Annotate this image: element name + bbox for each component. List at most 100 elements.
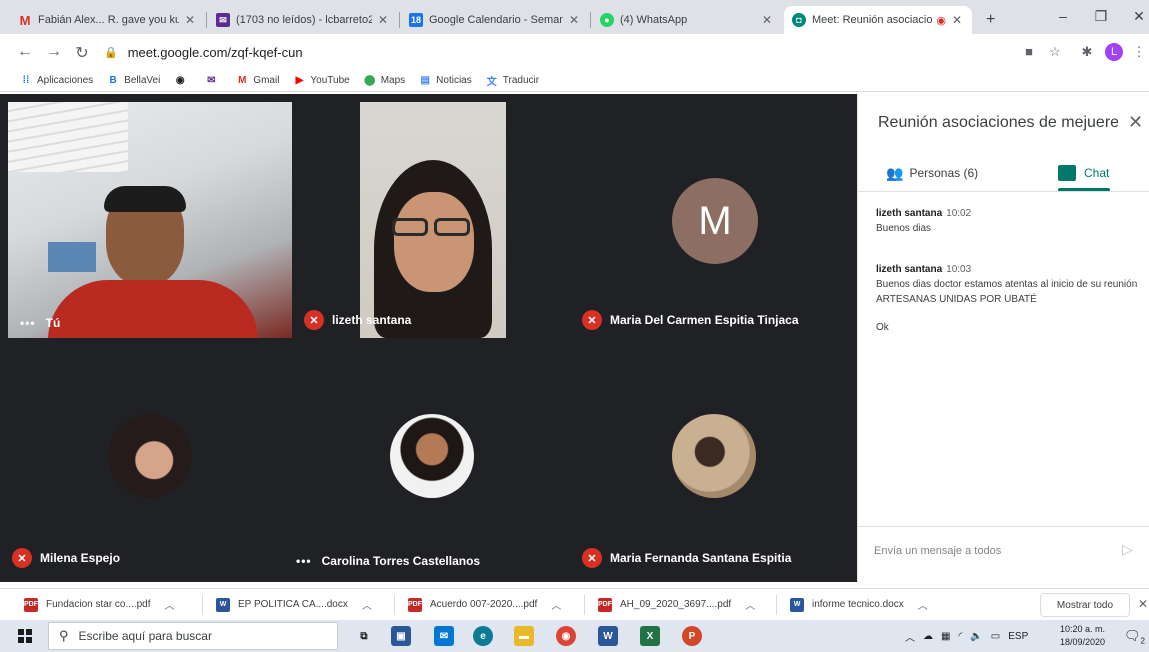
chevron-up-icon[interactable]: ︿: [905, 629, 915, 644]
windows-start-icon[interactable]: [18, 629, 32, 643]
close-tab-icon[interactable]: ✕: [760, 13, 774, 27]
chat-message-input[interactable]: Envía un mensaje a todos: [874, 545, 1001, 557]
close-tab-icon[interactable]: ✕: [183, 13, 197, 27]
excel-app-icon[interactable]: X: [640, 626, 660, 646]
participant-tile-lizeth[interactable]: ✕ lizeth santana: [292, 102, 546, 338]
bookmark-unnamed-1[interactable]: ◉: [174, 75, 191, 87]
task-view-icon[interactable]: ⧉: [354, 626, 374, 646]
reload-icon[interactable]: ↻: [72, 43, 92, 63]
bookmark-apps[interactable]: ⁞⁞ Aplicaciones: [20, 75, 94, 87]
system-tray: ︿ ☁ ▦ ◜ 🔈 ▭ ESP: [905, 629, 1036, 644]
language-indicator[interactable]: ESP: [1008, 631, 1028, 642]
participant-tile-maria-del-carmen[interactable]: M ✕ Maria Del Carmen Espitia Tinjaca: [570, 102, 857, 338]
tab-meet[interactable]: ◘ Meet: Reunión asociacion ◉ ✕: [784, 6, 972, 34]
profile-avatar[interactable]: L: [1105, 43, 1123, 61]
volume-icon[interactable]: 🔈: [970, 631, 982, 642]
network-icon[interactable]: ▦: [941, 631, 950, 642]
download-item[interactable]: W informe tecnico.docx ︿: [790, 597, 928, 612]
taskbar-search-box[interactable]: ⚲ Escribe aquí para buscar: [48, 622, 338, 650]
pdf-file-icon: PDF: [24, 597, 38, 612]
download-item[interactable]: W EP POLITICA CA....docx ︿: [216, 597, 372, 612]
close-tab-icon[interactable]: ✕: [950, 13, 964, 27]
participant-name: Maria Fernanda Santana Espitia: [610, 551, 792, 565]
whatsapp-icon: ●: [600, 13, 614, 27]
chevron-up-icon[interactable]: ︿: [918, 597, 928, 612]
participant-tile-maria-fernanda[interactable]: ✕ Maria Fernanda Santana Espitia: [570, 344, 857, 576]
glasses-left: [392, 218, 428, 236]
notification-center-icon[interactable]: 🗨2: [1124, 628, 1145, 646]
restore-icon[interactable]: ❐: [1091, 8, 1111, 25]
chevron-up-icon[interactable]: ︿: [745, 597, 755, 612]
battery-icon[interactable]: ▭: [991, 631, 1000, 642]
tab-whatsapp[interactable]: ● (4) WhatsApp ✕: [592, 6, 782, 34]
extensions-icon[interactable]: ✱: [1078, 44, 1096, 60]
calendar-icon: 18: [409, 13, 423, 27]
bookmark-noticias[interactable]: ▤ Noticias: [419, 75, 471, 87]
bookmark-unnamed-2[interactable]: ✉: [205, 75, 222, 87]
minimize-icon[interactable]: –: [1053, 8, 1073, 24]
search-icon: ⚲: [59, 628, 69, 643]
people-icon: 👥: [886, 164, 904, 181]
close-tab-icon[interactable]: ✕: [567, 13, 581, 27]
window-close-icon[interactable]: ✕: [1129, 8, 1149, 25]
back-icon[interactable]: ←: [15, 43, 35, 61]
url-bar[interactable]: 🔒 meet.google.com/zqf-kqef-cun: [104, 39, 1004, 65]
tab-chat[interactable]: Chat: [1058, 156, 1109, 190]
audio-indicator-icon: •••: [296, 554, 312, 568]
chevron-up-icon[interactable]: ︿: [362, 597, 372, 612]
participant-avatar: [672, 414, 756, 498]
meet-icon: ◘: [792, 13, 806, 27]
translate-icon: 文: [486, 77, 497, 88]
wifi-icon[interactable]: ◜: [958, 631, 962, 642]
download-item[interactable]: PDF Acuerdo 007-2020....pdf ︿: [408, 597, 561, 612]
participant-tile-milena[interactable]: ✕ Milena Espejo: [0, 344, 284, 576]
chevron-up-icon[interactable]: ︿: [165, 597, 175, 612]
new-tab-button[interactable]: +: [978, 6, 1002, 34]
tab-title: Google Calendario - Semana d: [429, 14, 563, 26]
person-hair: [104, 186, 186, 212]
mail-app-icon[interactable]: ✉: [434, 626, 454, 646]
cloud-icon[interactable]: ☁: [923, 631, 933, 642]
menu-icon[interactable]: ⋮: [1130, 44, 1148, 60]
gmail-icon: M: [19, 12, 31, 28]
tab-people[interactable]: 👥 Personas (6): [886, 156, 978, 190]
participant-name: Milena Espejo: [40, 551, 121, 565]
bookmark-gmail[interactable]: M Gmail: [236, 75, 279, 87]
participant-name: Carolina Torres Castellanos: [321, 554, 481, 568]
tab-title: Meet: Reunión asociacion: [812, 14, 933, 26]
chat-message: lizeth santana 10:03 Buenos dias doctor e…: [876, 264, 1138, 305]
bookmark-youtube[interactable]: ▶ YouTube: [293, 75, 350, 87]
bookmark-bellavei[interactable]: B BellaVei: [107, 75, 161, 87]
store-icon[interactable]: ▣: [391, 626, 411, 646]
edge-icon[interactable]: e: [473, 626, 493, 646]
clock[interactable]: 10:20 a. m. 18/09/2020: [1060, 623, 1105, 649]
chevron-up-icon[interactable]: ︿: [551, 597, 561, 612]
more-options-icon[interactable]: •••: [20, 316, 36, 330]
bookmark-traducir[interactable]: 文 Traducir: [486, 75, 539, 88]
file-explorer-icon[interactable]: ▬: [514, 626, 534, 646]
tab-gmail-kudos[interactable]: M Fabián Alex... R. gave you kudo ✕: [10, 6, 205, 34]
apps-grid-icon: ⁞⁞: [22, 75, 30, 86]
background-blinds: [8, 102, 128, 172]
tab-mail[interactable]: ✉ (1703 no leídos) - lcbarreto28 ✕: [208, 6, 398, 34]
camera-icon[interactable]: ■: [1020, 44, 1038, 59]
bookmark-maps[interactable]: ⬤ Maps: [364, 75, 405, 87]
show-all-downloads-button[interactable]: Mostrar todo: [1040, 593, 1130, 617]
send-icon[interactable]: ▷: [1122, 541, 1133, 558]
download-item[interactable]: PDF AH_09_2020_3697....pdf ︿: [598, 597, 755, 612]
close-tab-icon[interactable]: ✕: [376, 13, 390, 27]
background-poster: [48, 242, 96, 272]
close-shelf-icon[interactable]: ✕: [1138, 597, 1148, 611]
powerpoint-app-icon[interactable]: P: [682, 626, 702, 646]
forward-icon[interactable]: →: [44, 43, 64, 61]
download-item[interactable]: PDF Fundacion star co....pdf ︿: [24, 597, 175, 612]
word-app-icon[interactable]: W: [598, 626, 618, 646]
chrome-icon[interactable]: ◉: [556, 626, 576, 646]
bookmark-star-icon[interactable]: ☆: [1046, 44, 1064, 60]
tab-calendar[interactable]: 18 Google Calendario - Semana d ✕: [401, 6, 589, 34]
participant-tile-self[interactable]: ••• Tú: [8, 102, 292, 338]
close-panel-icon[interactable]: ✕: [1128, 112, 1143, 133]
participant-tile-carolina[interactable]: ••• Carolina Torres Castellanos: [284, 344, 570, 576]
tab-title: Fabián Alex... R. gave you kudo: [38, 14, 179, 26]
glasses-right: [434, 218, 470, 236]
